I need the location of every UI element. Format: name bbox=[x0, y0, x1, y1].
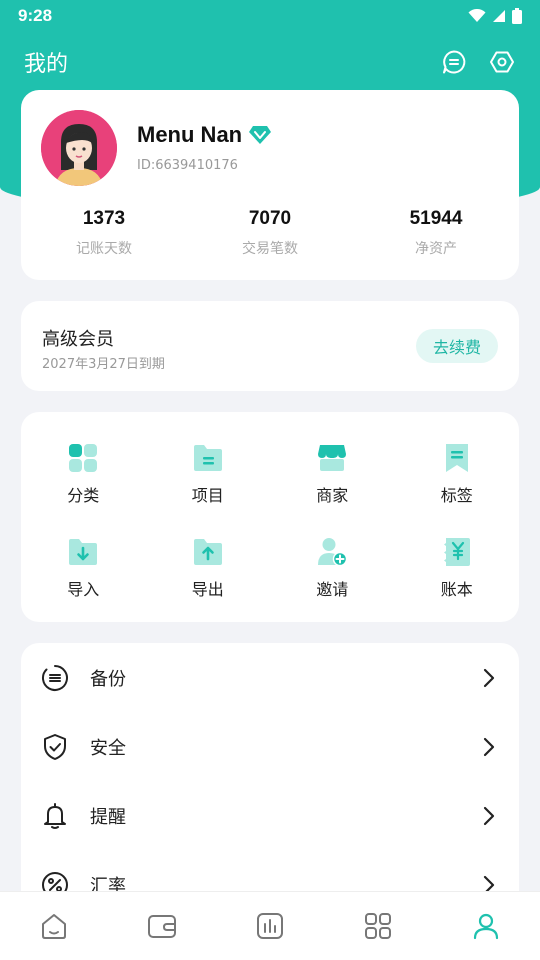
stat-value: 7070 bbox=[248, 208, 292, 229]
user-name: Menu Nan bbox=[137, 122, 272, 148]
user-id: ID:6639410176 bbox=[137, 158, 238, 173]
shortcut-export[interactable]: 导出 bbox=[146, 536, 271, 600]
menu-label: 提醒 bbox=[90, 807, 126, 828]
home-icon bbox=[42, 914, 66, 939]
bell-icon bbox=[44, 803, 66, 829]
stat-value: 51944 bbox=[409, 208, 463, 229]
message-icon bbox=[443, 50, 466, 74]
shortcut-project[interactable]: 项目 bbox=[146, 442, 271, 506]
export-icon bbox=[193, 539, 222, 565]
shortcut-merchant[interactable]: 商家 bbox=[270, 442, 395, 506]
tab-wallet[interactable] bbox=[108, 892, 216, 960]
chevron-right-icon bbox=[483, 806, 495, 826]
stat-bookkeeping-days[interactable]: 1373 记账天数 bbox=[21, 208, 187, 258]
shortcut-label: 导出 bbox=[191, 580, 224, 599]
signal-icon bbox=[493, 10, 505, 22]
avatar[interactable] bbox=[41, 110, 117, 186]
apps-icon bbox=[365, 913, 391, 939]
chart-icon bbox=[257, 913, 283, 939]
shortcut-label: 账本 bbox=[440, 580, 473, 599]
bottom-tab-bar bbox=[0, 891, 540, 960]
wallet-icon bbox=[148, 915, 176, 938]
status-time: 9:28 bbox=[18, 6, 53, 25]
shortcut-label: 分类 bbox=[67, 486, 100, 505]
stat-net-assets[interactable]: 51944 净资产 bbox=[353, 208, 519, 258]
menu-item-backup[interactable]: 备份 bbox=[21, 648, 519, 708]
menu-label: 安全 bbox=[90, 738, 126, 759]
shortcut-label: 导入 bbox=[67, 580, 100, 599]
shortcut-invite[interactable]: 邀请 bbox=[270, 536, 395, 600]
tab-apps[interactable] bbox=[324, 892, 432, 960]
stat-value: 1373 bbox=[82, 208, 126, 229]
diamond-icon bbox=[249, 126, 272, 144]
tag-icon bbox=[445, 444, 468, 472]
tab-statistics[interactable] bbox=[216, 892, 324, 960]
shortcut-tag[interactable]: 标签 bbox=[395, 442, 520, 506]
message-button[interactable] bbox=[440, 48, 468, 76]
stat-label: 记账天数 bbox=[76, 241, 132, 257]
shortcut-label: 邀请 bbox=[316, 580, 349, 599]
membership-expiry: 2027年3月27日到期 bbox=[42, 357, 165, 372]
page-title: 我的 bbox=[24, 52, 69, 77]
import-icon bbox=[69, 539, 98, 565]
shortcut-ledger[interactable]: 账本 bbox=[395, 536, 520, 600]
shield-icon bbox=[44, 734, 66, 760]
settings-button[interactable] bbox=[488, 48, 516, 76]
wifi-icon bbox=[468, 9, 486, 22]
stat-label: 交易笔数 bbox=[242, 241, 298, 257]
renew-button[interactable]: 去续费 bbox=[416, 329, 498, 363]
shortcut-label: 标签 bbox=[440, 486, 473, 505]
shortcuts-card: 分类 项目 商家 标签 导入 导出 邀请 账本 bbox=[21, 412, 519, 622]
user-name-text: Menu Nan bbox=[137, 122, 243, 147]
profile-icon bbox=[473, 913, 499, 940]
menu-label: 备份 bbox=[90, 669, 126, 690]
menu-item-security[interactable]: 安全 bbox=[21, 717, 519, 777]
stat-label: 净资产 bbox=[415, 241, 457, 257]
project-icon bbox=[193, 445, 222, 471]
tab-profile[interactable] bbox=[432, 892, 540, 960]
stat-transactions[interactable]: 7070 交易笔数 bbox=[187, 208, 353, 258]
profile-card[interactable]: Menu Nan ID:6639410176 1373 记账天数 7070 交易… bbox=[21, 90, 519, 280]
shortcut-category[interactable]: 分类 bbox=[21, 442, 146, 506]
shortcut-import[interactable]: 导入 bbox=[21, 536, 146, 600]
tab-home[interactable] bbox=[0, 892, 108, 960]
page-header: 我的 bbox=[0, 40, 540, 84]
ledger-icon bbox=[443, 538, 470, 566]
category-icon bbox=[69, 444, 98, 472]
backup-icon bbox=[42, 665, 68, 691]
status-icons bbox=[468, 8, 522, 24]
stats-row: 1373 记账天数 7070 交易笔数 51944 净资产 bbox=[21, 208, 519, 258]
invite-icon bbox=[318, 538, 348, 567]
membership-card: 高级会员 2027年3月27日到期 去续费 bbox=[21, 301, 519, 391]
avatar-illustration bbox=[41, 110, 117, 186]
shortcut-label: 项目 bbox=[191, 486, 224, 505]
membership-title: 高级会员 bbox=[42, 329, 114, 350]
battery-icon bbox=[512, 8, 522, 24]
settings-icon bbox=[490, 51, 514, 73]
status-bar: 9:28 bbox=[0, 0, 540, 32]
merchant-icon bbox=[318, 445, 347, 471]
menu-item-reminder[interactable]: 提醒 bbox=[21, 786, 519, 846]
chevron-right-icon bbox=[483, 668, 495, 688]
shortcut-label: 商家 bbox=[316, 486, 349, 505]
chevron-right-icon bbox=[483, 737, 495, 757]
